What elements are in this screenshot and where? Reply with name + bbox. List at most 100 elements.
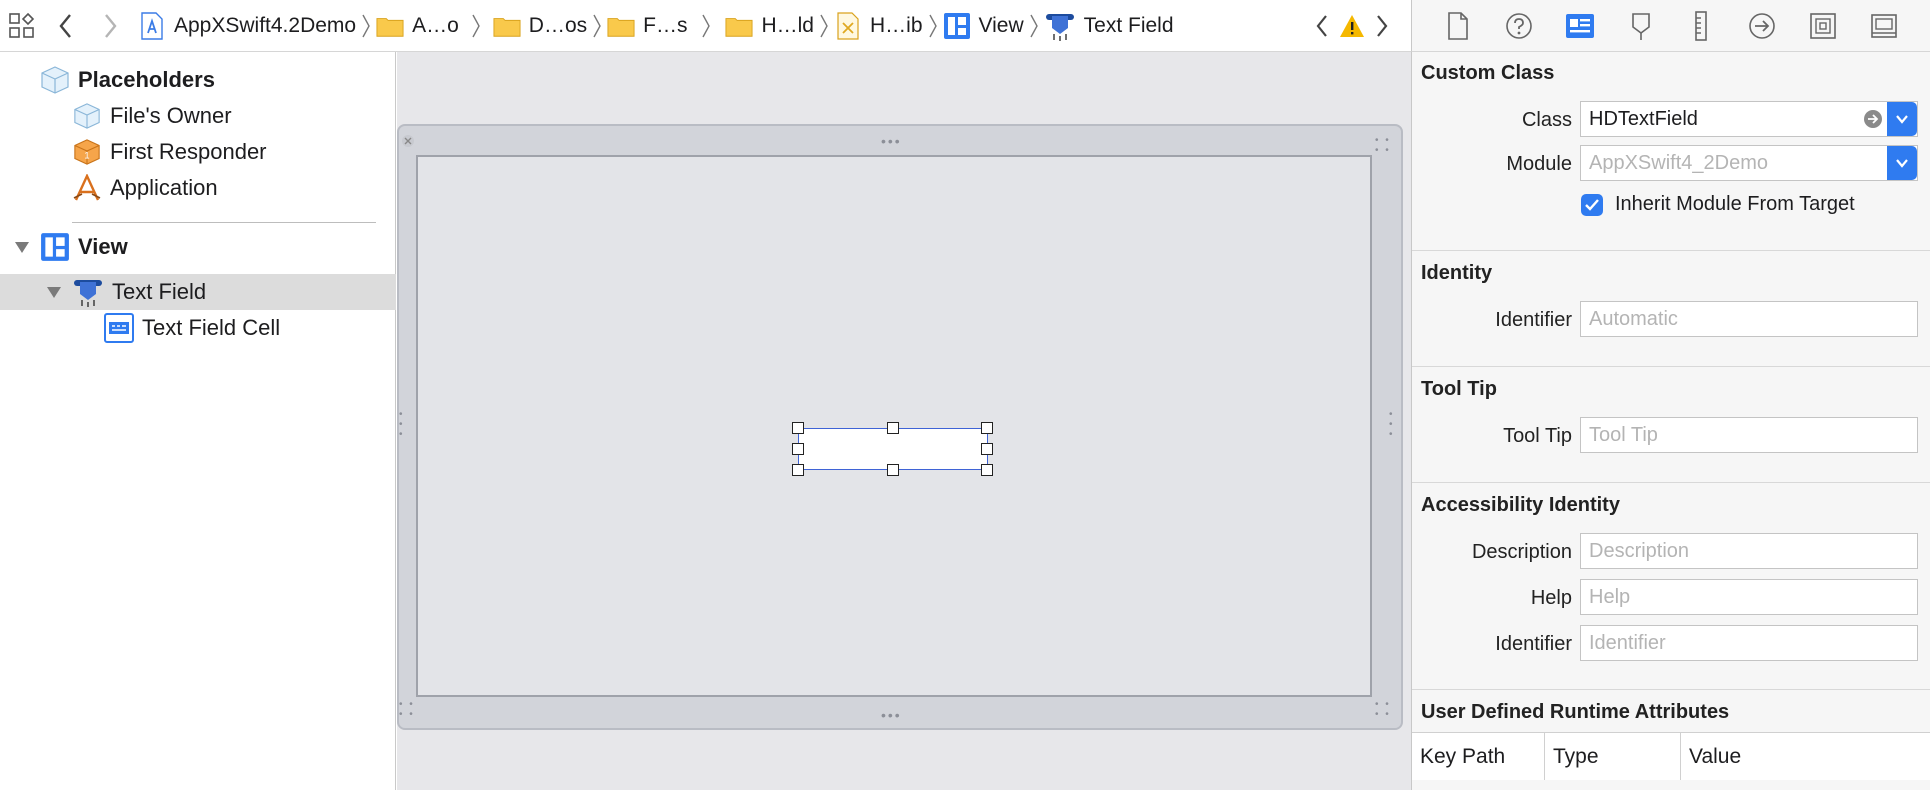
bindings-inspector-icon[interactable] bbox=[1806, 9, 1840, 43]
breadcrumb-label: Text Field bbox=[1083, 13, 1174, 37]
selection-handle[interactable] bbox=[792, 464, 804, 476]
breadcrumb-view[interactable]: View bbox=[943, 0, 1024, 51]
outline-text-field[interactable]: Text Field bbox=[0, 274, 396, 310]
breadcrumb-xib[interactable]: H…ib bbox=[834, 0, 923, 51]
disclosure-triangle-icon[interactable] bbox=[44, 282, 64, 302]
runtime-attributes-table-header: Key Path Type Value bbox=[1412, 732, 1930, 780]
chevron-right-icon bbox=[923, 0, 943, 51]
section-divider bbox=[1412, 250, 1930, 251]
breadcrumb-group-2[interactable]: D…os bbox=[493, 0, 587, 51]
column-header-type[interactable]: Type bbox=[1545, 733, 1681, 780]
outline-view[interactable]: View bbox=[0, 229, 396, 265]
breadcrumb-label: D…os bbox=[528, 13, 588, 37]
selection-handle[interactable] bbox=[887, 422, 899, 434]
related-items-icon[interactable] bbox=[0, 1, 44, 51]
chevron-right-icon bbox=[814, 0, 834, 51]
help-field[interactable]: Help bbox=[1580, 579, 1918, 615]
column-header-value[interactable]: Value bbox=[1681, 733, 1930, 780]
folder-icon bbox=[607, 12, 635, 40]
selection-handle[interactable] bbox=[981, 422, 993, 434]
section-title-runtime-attributes: User Defined Runtime Attributes bbox=[1421, 701, 1730, 723]
forward-button[interactable] bbox=[88, 1, 132, 51]
breadcrumb-group-3[interactable]: F…s bbox=[607, 0, 687, 51]
outline-text-field-cell[interactable]: Text Field Cell bbox=[0, 310, 396, 346]
close-icon[interactable] bbox=[401, 130, 415, 154]
module-label: Module bbox=[1506, 153, 1572, 175]
go-to-class-icon[interactable] bbox=[1859, 109, 1887, 129]
help-label: Help bbox=[1530, 587, 1572, 609]
attributes-inspector-icon[interactable] bbox=[1624, 9, 1658, 43]
folder-icon bbox=[493, 12, 521, 40]
class-value[interactable]: HDTextField bbox=[1581, 108, 1859, 131]
selection-handle[interactable] bbox=[981, 443, 993, 455]
previous-issue-button[interactable] bbox=[1307, 1, 1337, 51]
module-placeholder[interactable]: AppXSwift4_2Demo bbox=[1581, 152, 1887, 175]
section-divider bbox=[1412, 689, 1930, 690]
tooltip-field[interactable]: Tool Tip bbox=[1580, 417, 1918, 453]
outline-label: View bbox=[78, 234, 128, 259]
accessibility-identifier-field[interactable]: Identifier bbox=[1580, 625, 1918, 661]
selection-handle[interactable] bbox=[887, 464, 899, 476]
size-inspector-icon[interactable] bbox=[1684, 9, 1718, 43]
inherit-module-checkbox[interactable] bbox=[1581, 194, 1603, 216]
folder-icon bbox=[725, 12, 754, 40]
chevron-right-icon bbox=[687, 0, 725, 51]
breadcrumb-label: F…s bbox=[643, 13, 688, 37]
resize-handle-bottom-right[interactable]: • • • • bbox=[1375, 700, 1391, 720]
outline-label: Application bbox=[110, 175, 218, 200]
back-button[interactable] bbox=[44, 1, 88, 51]
document-outline: Placeholders File's Owner 1 First Respon… bbox=[0, 52, 396, 790]
breadcrumb: AppXSwift4.2Demo A…o D…os F…s H…ld H…ib bbox=[132, 0, 1307, 51]
disclosure-triangle-icon[interactable] bbox=[12, 237, 32, 257]
outline-first-responder[interactable]: 1 First Responder bbox=[0, 134, 396, 170]
svg-text:1: 1 bbox=[84, 151, 89, 161]
outline-divider bbox=[72, 222, 376, 223]
identifier-label: Identifier bbox=[1495, 309, 1572, 331]
selection-handle[interactable] bbox=[792, 422, 804, 434]
resize-handle-bottom-left[interactable]: • • • • bbox=[399, 700, 415, 720]
resize-handle-left[interactable]: • • • bbox=[399, 410, 407, 440]
column-header-key-path[interactable]: Key Path bbox=[1412, 733, 1545, 780]
connections-inspector-icon[interactable] bbox=[1745, 9, 1779, 43]
outline-files-owner[interactable]: File's Owner bbox=[0, 98, 396, 134]
quick-help-icon[interactable] bbox=[1502, 9, 1536, 43]
application-icon bbox=[72, 173, 102, 203]
inherit-module-label[interactable]: Inherit Module From Target bbox=[1615, 193, 1855, 216]
inspector-tab-bar bbox=[1411, 0, 1930, 52]
resize-handle-top-right[interactable]: • • • • bbox=[1375, 136, 1391, 156]
outline-placeholders[interactable]: Placeholders bbox=[0, 62, 396, 98]
breadcrumb-project[interactable]: AppXSwift4.2Demo bbox=[138, 0, 356, 51]
module-combo-box[interactable]: AppXSwift4_2Demo bbox=[1580, 145, 1918, 181]
section-title-custom-class: Custom Class bbox=[1421, 62, 1555, 84]
selection-handle[interactable] bbox=[981, 464, 993, 476]
breadcrumb-label: View bbox=[978, 13, 1024, 37]
breadcrumb-group-4[interactable]: H…ld bbox=[725, 0, 814, 51]
identity-inspector-icon[interactable] bbox=[1563, 9, 1597, 43]
selection-handle[interactable] bbox=[792, 443, 804, 455]
text-field-cell-icon bbox=[104, 313, 134, 343]
view-icon bbox=[40, 232, 70, 262]
accessibility-identifier-label: Identifier bbox=[1495, 633, 1572, 655]
next-issue-button[interactable] bbox=[1367, 1, 1397, 51]
resize-handle-top[interactable]: ••• bbox=[881, 134, 902, 148]
class-combo-box[interactable]: HDTextField bbox=[1580, 101, 1918, 137]
chevron-down-icon[interactable] bbox=[1887, 102, 1917, 136]
chevron-down-icon[interactable] bbox=[1887, 146, 1917, 180]
outline-application[interactable]: Application bbox=[0, 170, 396, 206]
breadcrumb-group-1[interactable]: A…o bbox=[376, 0, 459, 51]
file-inspector-icon[interactable] bbox=[1441, 9, 1475, 43]
breadcrumb-label: H…ib bbox=[869, 13, 923, 37]
resize-handle-right[interactable]: • • • bbox=[1389, 410, 1397, 440]
editor-canvas[interactable]: ••• • • • • • • • • • • ••• • • • • • • • • bbox=[397, 52, 1411, 790]
chevron-right-icon bbox=[587, 0, 607, 51]
resize-handle-bottom[interactable]: ••• bbox=[881, 708, 902, 722]
description-field[interactable]: Description bbox=[1580, 533, 1918, 569]
section-divider bbox=[1412, 482, 1930, 483]
breadcrumb-label: AppXSwift4.2Demo bbox=[174, 13, 357, 37]
warning-icon[interactable] bbox=[1337, 1, 1367, 51]
selected-text-field[interactable] bbox=[792, 422, 993, 476]
identifier-field[interactable]: Automatic bbox=[1580, 301, 1918, 337]
view-effects-inspector-icon[interactable] bbox=[1867, 9, 1901, 43]
view-frame[interactable]: ••• • • • • • • • • • • ••• • • • • • • • • bbox=[397, 124, 1403, 730]
breadcrumb-text-field[interactable]: Text Field bbox=[1044, 0, 1174, 51]
